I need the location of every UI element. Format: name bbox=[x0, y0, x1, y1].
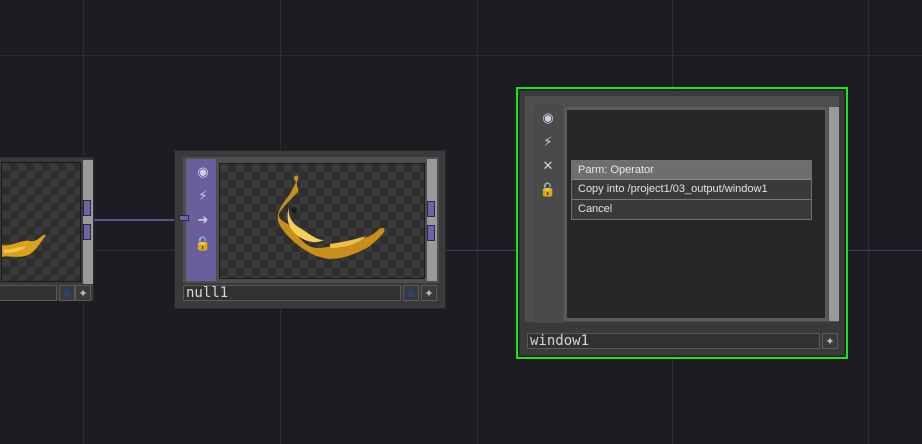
context-menu-header: Parm: Operator bbox=[572, 161, 811, 180]
bypass-icon[interactable]: ⚡ bbox=[191, 185, 215, 207]
node-right-bar bbox=[829, 107, 839, 321]
node-window1[interactable]: ◉ ⚡ ✕ 🔓 window1 ✦ bbox=[519, 90, 845, 356]
output-connector[interactable] bbox=[427, 225, 435, 241]
viewer-toggle-button[interactable] bbox=[403, 285, 419, 301]
node-right-bar bbox=[427, 159, 437, 281]
menu-item-copy[interactable]: Copy into /project1/03_output/window1 bbox=[572, 180, 811, 200]
output-connector[interactable] bbox=[83, 224, 91, 240]
viewer-dot-icon bbox=[407, 289, 415, 297]
node-flags-strip: ◉ ⚡ ✕ 🔓 bbox=[534, 105, 562, 323]
viewer-active-icon[interactable]: ◉ bbox=[536, 107, 560, 129]
output-connector[interactable] bbox=[427, 201, 435, 217]
node-partial[interactable]: ✦ bbox=[0, 157, 94, 301]
close-icon[interactable]: ✕ bbox=[536, 155, 560, 177]
plus-icon[interactable]: ✦ bbox=[75, 285, 91, 301]
viewer-active-icon[interactable]: ◉ bbox=[191, 161, 215, 183]
node-viewer[interactable] bbox=[1, 162, 81, 282]
context-menu: Parm: Operator Copy into /project1/03_ou… bbox=[571, 160, 812, 220]
node-name-field[interactable]: window1 bbox=[527, 333, 820, 349]
plus-icon[interactable]: ✦ bbox=[421, 285, 437, 301]
smoke-image bbox=[277, 175, 385, 259]
viewer-dot-icon bbox=[63, 289, 71, 297]
output-connector[interactable] bbox=[83, 200, 91, 216]
wire[interactable] bbox=[445, 250, 517, 251]
grid-line bbox=[0, 55, 922, 56]
lock-icon[interactable]: 🔓 bbox=[536, 179, 560, 201]
wire[interactable] bbox=[92, 219, 184, 221]
bypass-icon[interactable]: ⚡ bbox=[536, 131, 560, 153]
grid-line bbox=[868, 0, 869, 444]
plus-icon[interactable]: ✦ bbox=[822, 333, 838, 349]
lock-icon[interactable]: 🔓 bbox=[191, 233, 215, 255]
node-right-bar bbox=[83, 160, 93, 284]
node-null1[interactable]: ◉ ⚡ ➜ 🔓 null1 ✦ bbox=[174, 150, 446, 309]
node-viewer[interactable] bbox=[219, 163, 425, 279]
smoke-image bbox=[2, 234, 46, 257]
menu-item-cancel[interactable]: Cancel bbox=[572, 200, 811, 219]
grid-line bbox=[477, 0, 478, 444]
viewer-toggle-button[interactable] bbox=[59, 285, 75, 301]
wire[interactable] bbox=[848, 250, 922, 251]
node-name-field[interactable]: null1 bbox=[183, 285, 401, 301]
input-connector[interactable] bbox=[179, 215, 189, 221]
node-name-field[interactable] bbox=[0, 285, 57, 301]
display-icon[interactable]: ➜ bbox=[191, 209, 215, 231]
node-flags-strip: ◉ ⚡ ➜ 🔓 bbox=[186, 159, 216, 281]
